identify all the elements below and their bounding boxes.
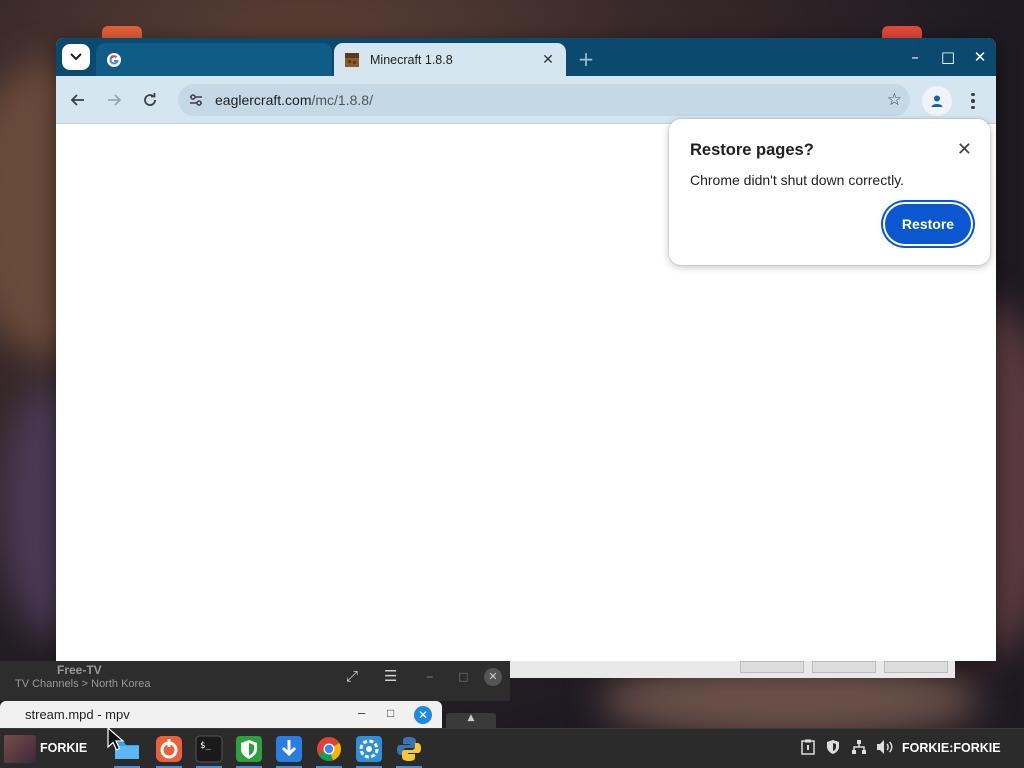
restore-button[interactable]: Restore <box>885 204 971 244</box>
python-icon[interactable] <box>392 733 426 768</box>
site-info-button[interactable] <box>183 87 209 113</box>
maximize-button[interactable]: □ <box>937 46 959 68</box>
chevron-down-icon <box>70 53 82 61</box>
volume-icon[interactable] <box>876 739 894 759</box>
maximize-button[interactable]: □ <box>387 706 394 720</box>
mpv-window: stream.mpd - mpv – □ ✕ <box>0 701 442 728</box>
arrow-left-icon <box>70 94 84 106</box>
forward-button[interactable] <box>100 86 128 114</box>
background-button <box>740 661 804 673</box>
close-tab-icon[interactable]: ✕ <box>540 51 556 68</box>
reload-icon <box>144 93 156 106</box>
close-icon[interactable]: ✕ <box>484 668 502 686</box>
freetv-breadcrumb: TV Channels > North Korea <box>15 678 151 690</box>
vpn-shield-icon[interactable] <box>232 733 266 768</box>
freetv-title: Free-TV <box>57 663 102 677</box>
tab-minecraft[interactable]: Minecraft 1.8.8 ✕ <box>334 43 566 76</box>
close-button[interactable]: ✕ <box>969 46 991 68</box>
chrome-icon[interactable] <box>312 733 346 768</box>
background-button <box>812 661 876 673</box>
minecraft-block-icon <box>345 52 359 67</box>
shield-icon[interactable] <box>825 739 841 759</box>
google-icon <box>107 52 121 67</box>
new-tab-button[interactable]: + <box>574 47 598 71</box>
hamburger-menu-icon[interactable]: ☰ <box>384 667 397 685</box>
dialog-message: Chrome didn't shut down correctly. <box>690 172 905 188</box>
session-label: FORKIE:FORKIE <box>902 741 1001 755</box>
browser-toolbar: eaglercraft.com/mc/1.8.8/ ☆ <box>56 76 996 124</box>
scroll-up-button[interactable]: ▲ <box>446 713 496 728</box>
bookmark-star-icon[interactable]: ☆ <box>887 90 902 110</box>
close-icon[interactable]: ✕ <box>957 139 972 160</box>
arrow-right-icon <box>108 94 122 106</box>
mouse-cursor-icon <box>107 727 125 751</box>
terminal-icon[interactable]: $_ <box>192 733 226 768</box>
taskbar: FORKIE $_ FORKIE:FORKIE <box>0 728 1024 768</box>
download-icon[interactable] <box>272 733 306 768</box>
profile-button[interactable] <box>922 86 952 116</box>
dialog-title: Restore pages? <box>690 141 814 159</box>
tab-strip: Minecraft 1.8.8 ✕ + – □ ✕ <box>56 38 996 76</box>
address-bar[interactable]: eaglercraft.com/mc/1.8.8/ ☆ <box>178 84 910 116</box>
tune-icon <box>190 94 202 106</box>
network-icon[interactable] <box>851 739 867 759</box>
clipboard-icon[interactable] <box>801 739 815 759</box>
user-avatar[interactable] <box>4 735 36 763</box>
url-path: /mc/1.8.8/ <box>311 92 373 108</box>
minimize-icon[interactable]: – <box>426 667 434 685</box>
back-button[interactable] <box>64 86 92 114</box>
svg-text:$_: $_ <box>200 741 211 751</box>
freetv-window: Free-TV TV Channels > North Korea ⤢ ☰ – … <box>0 661 510 701</box>
app-store-icon[interactable] <box>152 733 186 768</box>
person-icon <box>931 95 943 107</box>
close-button[interactable]: ✕ <box>414 706 432 724</box>
minimize-button[interactable]: – <box>904 46 926 68</box>
url-text: eaglercraft.com/mc/1.8.8/ <box>215 92 373 108</box>
maximize-icon[interactable]: □ <box>458 670 468 683</box>
url-host: eaglercraft.com <box>215 92 312 108</box>
restore-pages-dialog: Restore pages? ✕ Chrome didn't shut down… <box>669 119 990 265</box>
settings-gear-icon[interactable] <box>352 733 386 768</box>
background-button <box>884 661 948 673</box>
tab-title: Minecraft 1.8.8 <box>370 52 453 67</box>
mpv-title: stream.mpd - mpv <box>25 707 130 722</box>
tab-search-button[interactable] <box>62 44 90 70</box>
more-menu-icon[interactable] <box>962 86 984 116</box>
tab-google[interactable] <box>96 43 332 76</box>
minimize-button[interactable]: – <box>358 705 365 720</box>
background-window-edge <box>510 661 955 678</box>
fullscreen-icon[interactable]: ⤢ <box>346 667 358 685</box>
reload-button[interactable] <box>136 86 164 114</box>
user-name[interactable]: FORKIE <box>40 741 87 755</box>
